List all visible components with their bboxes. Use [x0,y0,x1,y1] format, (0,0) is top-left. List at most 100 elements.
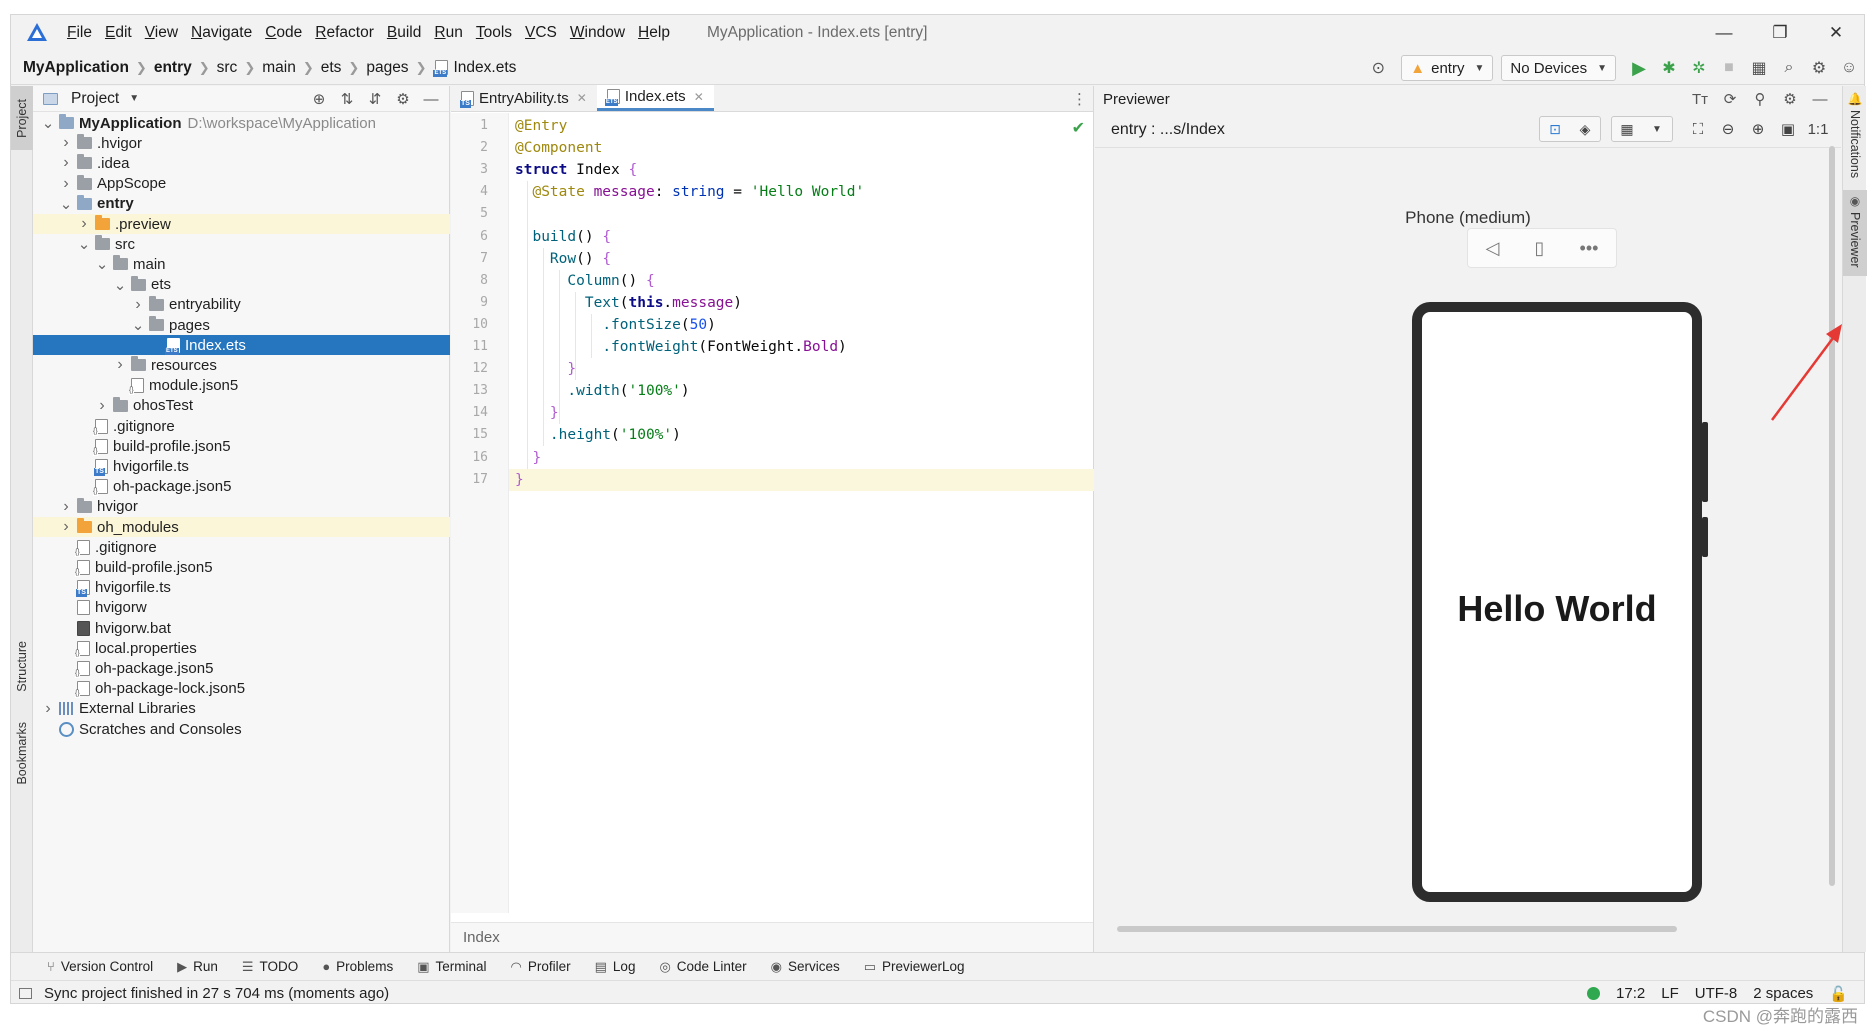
minimize-button[interactable]: — [1696,15,1752,51]
code-line[interactable]: Column() { [515,270,654,292]
breadcrumb-item[interactable]: ets [321,59,342,77]
code-line[interactable]: } [515,402,559,424]
project-tool-tab[interactable]: Project [11,86,33,150]
menu-help[interactable]: Help [638,24,670,42]
run-configuration-select[interactable]: ▲ entry ▼ [1401,55,1494,81]
preview-hello-text[interactable]: Hello World [1422,588,1692,630]
code-line[interactable]: Text(this.message) [515,292,742,314]
back-icon[interactable]: ◁ [1486,238,1500,259]
tree-item[interactable]: ⌄ src [33,234,450,254]
tree-item[interactable]: module.json5 [33,376,450,396]
tree-item[interactable]: local.properties [33,638,450,658]
caret-position[interactable]: 17:2 [1616,985,1645,1002]
lock-icon[interactable]: 🔓 [1829,985,1848,1003]
tree-item[interactable]: › ohosTest [33,396,450,416]
close-tab-icon[interactable]: ✕ [694,90,704,104]
menu-code[interactable]: Code [265,24,302,42]
tree-item[interactable]: › AppScope [33,174,450,194]
toggle-tool-windows-icon[interactable] [19,987,32,999]
tree-item[interactable]: › External Libraries [33,699,450,719]
code-line[interactable]: .fontWeight(FontWeight.Bold) [515,336,846,358]
breadcrumb-item[interactable]: MyApplication [23,59,129,77]
tree-item[interactable]: ⌄ entry [33,194,450,214]
tree-item[interactable]: › .preview [33,214,450,235]
gear-icon[interactable]: ⚙ [1804,53,1834,83]
chevron-right-icon[interactable]: › [59,175,73,193]
tree-item[interactable]: hvigorfile.ts [33,456,450,476]
tree-item[interactable]: build-profile.json5 [33,557,450,577]
component-tree-icon[interactable]: ⊡ [1540,121,1570,138]
menu-build[interactable]: Build [387,24,421,42]
tool-profiler[interactable]: ◠ Profiler [511,959,571,975]
menu-view[interactable]: View [145,24,178,42]
chevron-down-icon[interactable]: ⌄ [131,316,145,334]
chevron-right-icon[interactable]: › [59,154,73,172]
chevron-down-icon[interactable]: ⌄ [113,276,127,294]
tree-item[interactable]: › hvigor [33,497,450,517]
tool-problems[interactable]: ● Problems [322,959,393,974]
menu-tools[interactable]: Tools [476,24,512,42]
chevron-right-icon[interactable]: › [59,134,73,152]
actual-size-icon[interactable]: ▣ [1773,120,1803,138]
gear-icon[interactable]: ⚙ [1775,90,1805,108]
search-icon[interactable]: ⌕ [1774,53,1804,83]
line-separator[interactable]: LF [1661,985,1679,1002]
tree-item[interactable]: hvigorfile.ts [33,578,450,598]
menu-vcs[interactable]: VCS [525,24,557,42]
code-line[interactable]: .width('100%') [515,380,689,402]
code-line[interactable]: @Component [515,137,602,159]
expand-all-icon[interactable]: ⇅ [333,90,361,108]
fit-screen-icon[interactable]: ⛶ [1683,121,1713,138]
more-icon[interactable]: ••• [1580,238,1599,259]
menu-window[interactable]: Window [570,24,625,42]
tree-item[interactable]: › .idea [33,153,450,173]
zoom-out-icon[interactable]: ⊖ [1713,120,1743,138]
notifications-tool-tab[interactable]: 🔔 Notifications [1843,92,1867,184]
breadcrumb-item[interactable]: pages [366,59,408,77]
tree-item[interactable]: ⌄ ets [33,275,450,295]
project-structure-icon[interactable]: ▦ [1744,53,1774,83]
code-line[interactable]: } [515,447,541,469]
layers-icon[interactable]: ◈ [1570,121,1600,138]
vertical-scrollbar[interactable] [1829,146,1835,886]
tree-item[interactable]: Scratches and Consoles [33,719,450,739]
tree-item[interactable]: Index.ets [33,335,450,356]
tool-todo[interactable]: ☰ TODO [242,959,298,975]
tool-run[interactable]: ▶ Run [177,959,218,975]
menu-file[interactable]: File [67,24,92,42]
status-message[interactable]: Sync project finished in 27 s 704 ms (mo… [44,985,389,1002]
tree-item[interactable]: .gitignore [33,537,450,557]
code-line[interactable]: @State message: string = 'Hello World' [515,181,864,203]
tool-code-linter[interactable]: ◎ Code Linter [659,959,746,975]
hide-icon[interactable]: — [1805,91,1835,108]
tab-index[interactable]: Index.ets ✕ [596,85,714,111]
tool-previewer-log[interactable]: ▭ PreviewerLog [864,959,965,975]
more-options-icon[interactable]: ⋮ [1072,90,1087,108]
menu-refactor[interactable]: Refactor [315,24,374,42]
chevron-right-icon[interactable]: › [41,700,55,718]
account-icon[interactable]: ☺ [1834,53,1864,83]
previewer-tool-tab[interactable]: ◉ Previewer [1843,190,1867,276]
indent-setting[interactable]: 2 spaces [1753,985,1813,1002]
tree-item[interactable]: oh-package.json5 [33,477,450,497]
chevron-down-icon[interactable]: ⌄ [59,195,73,213]
tree-item[interactable]: .gitignore [33,416,450,436]
editor-footer-label[interactable]: Index [463,929,500,946]
code-line[interactable]: build() { [515,226,611,248]
tree-item[interactable]: hvigorw [33,598,450,618]
breadcrumb-item[interactable]: src [217,59,238,77]
menu-edit[interactable]: Edit [105,24,132,42]
tree-item[interactable]: build-profile.json5 [33,436,450,456]
font-size-icon[interactable]: Tт [1685,91,1715,108]
gear-icon[interactable]: ⚙ [389,90,417,108]
collapse-all-icon[interactable]: ⇵ [361,90,389,108]
menu-navigate[interactable]: Navigate [191,24,252,42]
chevron-right-icon[interactable]: › [113,356,127,374]
maximize-button[interactable]: ❐ [1752,15,1808,51]
chevron-right-icon[interactable]: › [59,518,73,536]
chevron-right-icon[interactable]: › [59,498,73,516]
inspector-icon[interactable]: ⚲ [1745,90,1775,108]
target-icon[interactable]: ⊙ [1363,53,1393,83]
horizontal-scrollbar[interactable] [1117,926,1677,932]
tree-item[interactable]: › .hvigor [33,133,450,153]
